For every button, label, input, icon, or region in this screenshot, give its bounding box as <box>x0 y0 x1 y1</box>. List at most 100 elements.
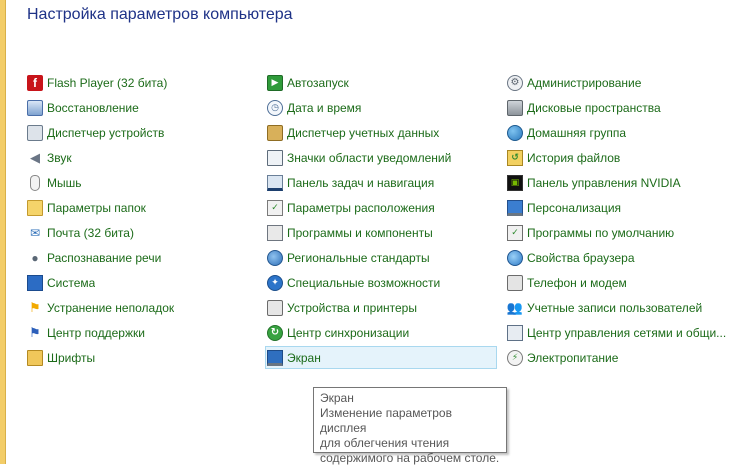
item-notification-icons[interactable]: Значки области уведомлений <box>265 146 497 169</box>
item-label: Домашняя группа <box>527 125 627 140</box>
printer-icon <box>267 299 283 316</box>
item-flash-player[interactable]: f Flash Player (32 бита) <box>25 71 240 94</box>
display-tooltip: Экран Изменение параметров дисплея для о… <box>313 387 507 465</box>
item-device-manager[interactable]: Диспетчер устройств <box>25 121 240 144</box>
item-date-time[interactable]: ◷ Дата и время <box>265 96 497 119</box>
item-homegroup[interactable]: Домашняя группа <box>505 121 730 144</box>
item-sync-center[interactable]: ↻ Центр синхронизации <box>265 321 497 344</box>
mail-icon: ✉ <box>29 225 41 240</box>
item-label: Панель задач и навигация <box>287 175 435 190</box>
item-label: Панель управления NVIDIA <box>527 175 681 190</box>
item-label: Шрифты <box>47 350 96 365</box>
microphone-icon: ● <box>31 250 39 265</box>
item-administrative-tools[interactable]: ⚙ Администрирование <box>505 71 730 94</box>
troubleshoot-icon: ⚑ <box>29 300 41 315</box>
item-user-accounts[interactable]: 👥 Учетные записи пользователей <box>505 296 730 319</box>
item-ease-of-access[interactable]: ✦ Специальные возможности <box>265 271 497 294</box>
globe-icon <box>267 249 283 266</box>
item-label: Автозапуск <box>287 75 349 90</box>
phone-modem-icon <box>507 274 523 291</box>
item-label: Значки области уведомлений <box>287 150 452 165</box>
item-label: Устранение неполадок <box>47 300 175 315</box>
item-label: Параметры папок <box>47 200 146 215</box>
item-label: История файлов <box>527 150 621 165</box>
item-label: Администрирование <box>527 75 642 90</box>
item-label: Диспетчер устройств <box>47 125 165 140</box>
item-region[interactable]: Региональные стандарты <box>265 246 497 269</box>
nvidia-icon: ▣ <box>507 174 523 191</box>
location-icon: ✓ <box>267 199 283 216</box>
users-icon: 👥 <box>506 300 524 315</box>
network-center-icon <box>507 324 523 341</box>
item-label: Flash Player (32 бита) <box>47 75 168 90</box>
item-label: Центр управления сетями и общи... <box>527 325 727 340</box>
item-programs-features[interactable]: Программы и компоненты <box>265 221 497 244</box>
item-speech-recognition[interactable]: ● Распознавание речи <box>25 246 240 269</box>
credential-safe-icon <box>267 124 283 141</box>
item-action-center[interactable]: ⚑ Центр поддержки <box>25 321 240 344</box>
item-label: Дисковые пространства <box>527 100 661 115</box>
file-history-icon: ↺ <box>507 149 523 166</box>
item-mouse[interactable]: Мышь <box>25 171 240 194</box>
item-internet-options[interactable]: Свойства браузера <box>505 246 730 269</box>
item-label: Специальные возможности <box>287 275 441 290</box>
storage-spaces-icon <box>507 99 523 116</box>
item-phone-modem[interactable]: Телефон и модем <box>505 271 730 294</box>
item-power-options[interactable]: ⚡ Электропитание <box>505 346 730 369</box>
page-title: Настройка параметров компьютера <box>27 6 293 23</box>
folder-icon <box>27 199 43 216</box>
control-panel-column-1: f Flash Player (32 бита) Восстановление Д… <box>25 71 240 371</box>
sync-icon: ↻ <box>267 324 283 341</box>
system-icon <box>27 274 43 291</box>
item-display[interactable]: Экран <box>265 346 497 369</box>
control-panel-column-2: ▶ Автозапуск ◷ Дата и время Диспетчер учет… <box>265 71 497 371</box>
browser-globe-icon <box>507 249 523 266</box>
item-devices-printers[interactable]: Устройства и принтеры <box>265 296 497 319</box>
tooltip-title: Экран <box>320 391 354 405</box>
item-file-history[interactable]: ↺ История файлов <box>505 146 730 169</box>
item-label: Электропитание <box>527 350 619 365</box>
item-nvidia-control-panel[interactable]: ▣ Панель управления NVIDIA <box>505 171 730 194</box>
item-storage-spaces[interactable]: Дисковые пространства <box>505 96 730 119</box>
item-sound[interactable]: ◀ Звук <box>25 146 240 169</box>
item-troubleshooting[interactable]: ⚑ Устранение неполадок <box>25 296 240 319</box>
action-center-flag-icon: ⚑ <box>29 325 41 340</box>
item-fonts[interactable]: Шрифты <box>25 346 240 369</box>
tooltip-description: Изменение параметров дисплея для облегче… <box>320 406 500 465</box>
item-label: Звук <box>47 150 72 165</box>
item-folder-options[interactable]: Параметры папок <box>25 196 240 219</box>
item-default-programs[interactable]: ✓ Программы по умолчанию <box>505 221 730 244</box>
fonts-folder-icon <box>27 349 43 366</box>
programs-icon <box>267 224 283 241</box>
item-location-settings[interactable]: ✓ Параметры расположения <box>265 196 497 219</box>
device-manager-icon <box>27 124 43 141</box>
item-label: Центр поддержки <box>47 325 145 340</box>
homegroup-icon <box>507 124 523 141</box>
item-label: Восстановление <box>47 100 139 115</box>
item-mail[interactable]: ✉ Почта (32 бита) <box>25 221 240 244</box>
item-label: Учетные записи пользователей <box>527 300 703 315</box>
admin-tools-icon: ⚙ <box>507 74 523 91</box>
clock-icon: ◷ <box>267 99 283 116</box>
item-label: Мышь <box>47 175 82 190</box>
item-system[interactable]: Система <box>25 271 240 294</box>
item-personalization[interactable]: Персонализация <box>505 196 730 219</box>
default-programs-icon: ✓ <box>507 224 523 241</box>
autoplay-icon: ▶ <box>267 74 283 91</box>
item-autoplay[interactable]: ▶ Автозапуск <box>265 71 497 94</box>
item-label: Дата и время <box>287 100 362 115</box>
item-recovery[interactable]: Восстановление <box>25 96 240 119</box>
item-taskbar-navigation[interactable]: Панель задач и навигация <box>265 171 497 194</box>
item-label: Программы по умолчанию <box>527 225 675 240</box>
power-options-icon: ⚡ <box>507 349 523 366</box>
item-label: Экран <box>287 350 321 365</box>
mouse-icon <box>30 174 40 191</box>
item-network-sharing-center[interactable]: Центр управления сетями и общи... <box>505 321 730 344</box>
item-label: Почта (32 бита) <box>47 225 134 240</box>
control-panel-column-3: ⚙ Администрирование Дисковые пространства… <box>505 71 730 371</box>
item-credential-manager[interactable]: Диспетчер учетных данных <box>265 121 497 144</box>
taskbar-icon <box>267 174 283 191</box>
item-label: Распознавание речи <box>47 250 162 265</box>
accessibility-icon: ✦ <box>267 274 283 291</box>
item-label: Центр синхронизации <box>287 325 410 340</box>
